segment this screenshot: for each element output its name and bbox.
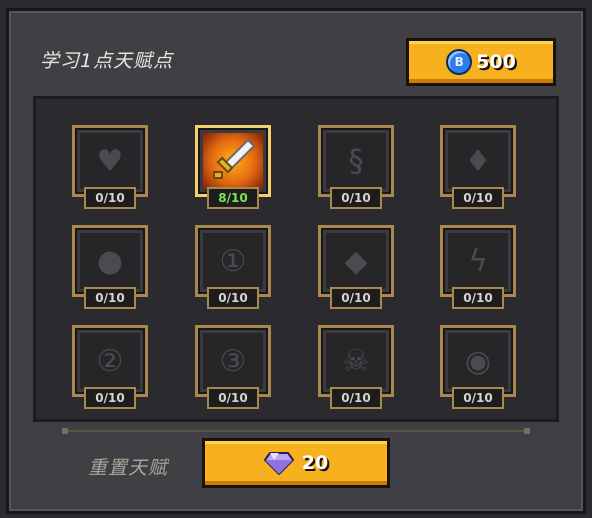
talent-slot-lightning[interactable]: ϟ 0/10 <box>440 225 516 315</box>
talent-slot-eye[interactable]: ◉ 0/10 <box>440 325 516 415</box>
talent-slot-drop[interactable]: ♦ 0/10 <box>440 125 516 215</box>
diamond-gem-icon <box>263 452 294 475</box>
talent-count: 0/10 <box>207 387 259 409</box>
talent-count: 0/10 <box>330 187 382 209</box>
talent-slot-sword[interactable]: 8/10 <box>195 125 271 215</box>
flame-swirl-icon: § <box>348 144 364 179</box>
medal-2-icon: ② <box>96 344 124 379</box>
talent-count: 0/10 <box>84 187 136 209</box>
diamond-shield-icon: ◆ <box>344 244 368 279</box>
talent-slot-bomb[interactable]: ● 0/10 <box>72 225 148 315</box>
coin-amount: 500 <box>476 51 516 73</box>
heart-icon: ♥ <box>96 144 124 179</box>
bomb-icon: ● <box>96 244 124 279</box>
lightning-shield-icon: ϟ <box>468 244 488 279</box>
reset-talents-button[interactable]: 20 <box>202 438 390 488</box>
talent-grid: ♥ 0/10 8/10 § 0/10 ♦ 0/10 ● 0/10 ① 0/10 <box>33 96 559 422</box>
talent-count: 8/10 <box>207 187 259 209</box>
reset-cost: 20 <box>301 452 329 474</box>
talent-slot-skull[interactable]: ☠ 0/10 <box>318 325 394 415</box>
sword-icon <box>210 136 256 188</box>
coin-balance-button[interactable]: B 500 <box>406 38 556 86</box>
panel-title: 学习1点天赋点 <box>40 50 174 72</box>
talent-count: 0/10 <box>330 387 382 409</box>
talent-count: 0/10 <box>452 287 504 309</box>
medal-3-icon: ③ <box>219 344 247 379</box>
drop-icon: ♦ <box>464 144 492 179</box>
talent-count: 0/10 <box>84 287 136 309</box>
medal-1-icon: ① <box>219 244 247 279</box>
reset-talents-label: 重置天赋 <box>88 457 169 479</box>
talent-count: 0/10 <box>330 287 382 309</box>
talent-count: 0/10 <box>84 387 136 409</box>
talent-count: 0/10 <box>452 387 504 409</box>
talent-count: 0/10 <box>207 287 259 309</box>
talent-slot-diamond[interactable]: ◆ 0/10 <box>318 225 394 315</box>
talent-slot-heart[interactable]: ♥ 0/10 <box>72 125 148 215</box>
talent-slot-medal-2[interactable]: ② 0/10 <box>72 325 148 415</box>
talent-slot-medal-3[interactable]: ③ 0/10 <box>195 325 271 415</box>
eye-icon: ◉ <box>464 344 492 379</box>
skull-icon: ☠ <box>342 344 370 379</box>
talent-slot-medal-1[interactable]: ① 0/10 <box>195 225 271 315</box>
talent-slot-flame[interactable]: § 0/10 <box>318 125 394 215</box>
talent-count: 0/10 <box>452 187 504 209</box>
divider <box>62 428 530 434</box>
coin-icon: B <box>446 49 473 75</box>
